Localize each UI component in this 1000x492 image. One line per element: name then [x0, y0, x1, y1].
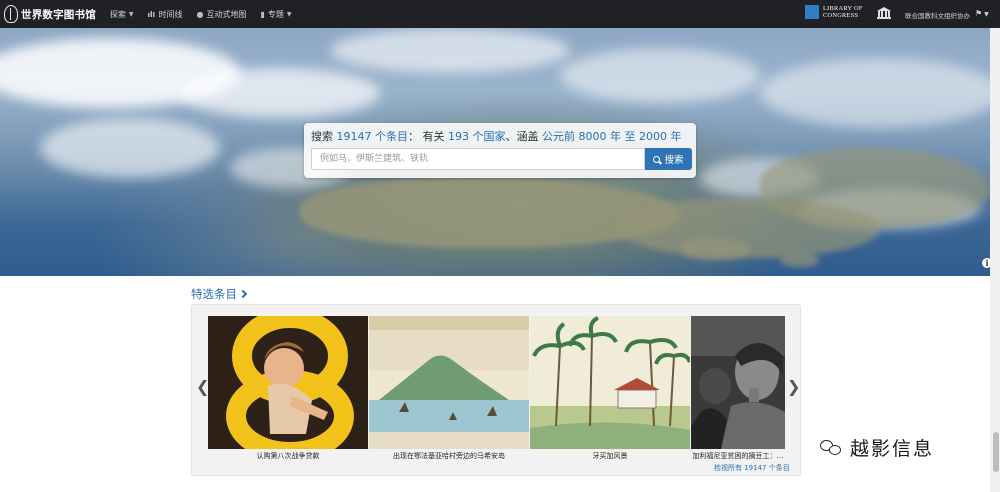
featured-items-heading[interactable]: 特选条目: [191, 286, 248, 302]
caret-down-icon: ▼: [286, 10, 292, 18]
bar-chart-icon: [147, 10, 156, 19]
featured-card[interactable]: 出现在鄂法基亚哈村旁边的马希安岛: [369, 316, 529, 462]
search-icon: [653, 155, 661, 163]
search-panel: 搜索 19147 个条目： 有关 193 个国家、涵盖 公元前 8000 年 至…: [304, 123, 696, 178]
search-mid-1: ： 有关: [408, 130, 445, 143]
carousel-next-chevron-icon[interactable]: ❯: [787, 377, 800, 396]
search-prefix: 搜索: [311, 130, 333, 143]
search-button-label: 搜索: [664, 155, 684, 166]
unesco-temple-icon[interactable]: [877, 7, 891, 19]
search-mid-2: 、涵盖: [505, 130, 539, 143]
nav-timeline[interactable]: 时间线: [147, 9, 183, 20]
search-button[interactable]: 搜索: [645, 148, 692, 170]
caret-down-icon: ▼: [128, 10, 134, 18]
featured-caption[interactable]: 出现在鄂法基亚哈村旁边的马希安岛: [369, 451, 529, 461]
featured-caption[interactable]: 牙买加风景: [530, 451, 690, 461]
caret-down-icon: ▼: [984, 11, 989, 18]
globe-icon: ●: [196, 9, 204, 19]
featured-image-war-poster[interactable]: [208, 316, 368, 449]
chevron-right-icon: [238, 289, 248, 299]
nav-topics-label: 专题: [267, 9, 284, 19]
library-of-congress-logo[interactable]: LIBRARY OF CONGRESS: [805, 5, 863, 19]
language-flag-dropdown[interactable]: ⚑ ▼: [975, 9, 989, 18]
featured-card[interactable]: 认购第八次战争贷款: [208, 316, 368, 462]
watermark-text: 越影信息: [850, 438, 935, 460]
date-range-link[interactable]: 公元前 8000 年 至 2000 年: [542, 130, 681, 143]
loc-line-1: LIBRARY OF: [823, 5, 863, 12]
featured-carousel: ❮ 认购第八次战争贷款 出现在鄂法基亚哈村旁边的马希安岛 牙买加风景 加利福尼亚…: [191, 304, 801, 476]
nav-map-label: 互动式地图: [206, 9, 247, 19]
wechat-icon: [820, 439, 842, 456]
scrollbar-track[interactable]: [990, 28, 1000, 492]
featured-caption[interactable]: 认购第八次战争贷款: [208, 451, 368, 461]
nav-explore-label: 探索: [109, 9, 126, 19]
view-all-items-link[interactable]: 检视所有 19147 个条目: [714, 463, 790, 473]
featured-caption[interactable]: 加利福尼亚贫困的摘豆工：…: [691, 451, 785, 461]
featured-image-migrant-mother[interactable]: [691, 316, 785, 449]
top-navbar: 世界数字图书馆 探索 ▼ 时间线 ● 互动式地图 ▮ 专题 ▼ LIBRARY …: [0, 0, 1000, 28]
logo-globe-icon: [4, 5, 18, 23]
loc-line-2: CONGRESS: [823, 12, 859, 19]
featured-image-jamaica[interactable]: [530, 316, 690, 449]
flag-icon: ⚑: [975, 9, 983, 18]
logo-text: 世界数字图书馆: [21, 8, 96, 21]
nav-explore[interactable]: 探索 ▼: [110, 9, 134, 20]
watermark: 越影信息: [820, 434, 934, 461]
nav-map[interactable]: ● 互动式地图: [197, 9, 247, 20]
featured-card[interactable]: 牙买加风景: [530, 316, 690, 462]
nav-topics[interactable]: ▮ 专题 ▼: [261, 9, 292, 20]
search-input[interactable]: [311, 148, 645, 170]
country-count-link[interactable]: 193 个国家: [448, 130, 506, 143]
item-count-link[interactable]: 19147 个条目: [337, 130, 409, 143]
unesco-label[interactable]: 联合国教科文组织协办: [905, 10, 970, 20]
loc-logo-icon: [805, 5, 819, 19]
book-icon: ▮: [260, 9, 265, 19]
search-summary: 搜索 19147 个条目： 有关 193 个国家、涵盖 公元前 8000 年 至…: [311, 128, 681, 144]
site-logo[interactable]: 世界数字图书馆: [4, 0, 96, 28]
nav-timeline-label: 时间线: [158, 9, 183, 19]
featured-image-island[interactable]: [369, 316, 529, 449]
featured-card[interactable]: 加利福尼亚贫困的摘豆工：…: [691, 316, 785, 462]
scrollbar-thumb[interactable]: [993, 432, 999, 472]
featured-title-text: 特选条目: [191, 287, 237, 301]
